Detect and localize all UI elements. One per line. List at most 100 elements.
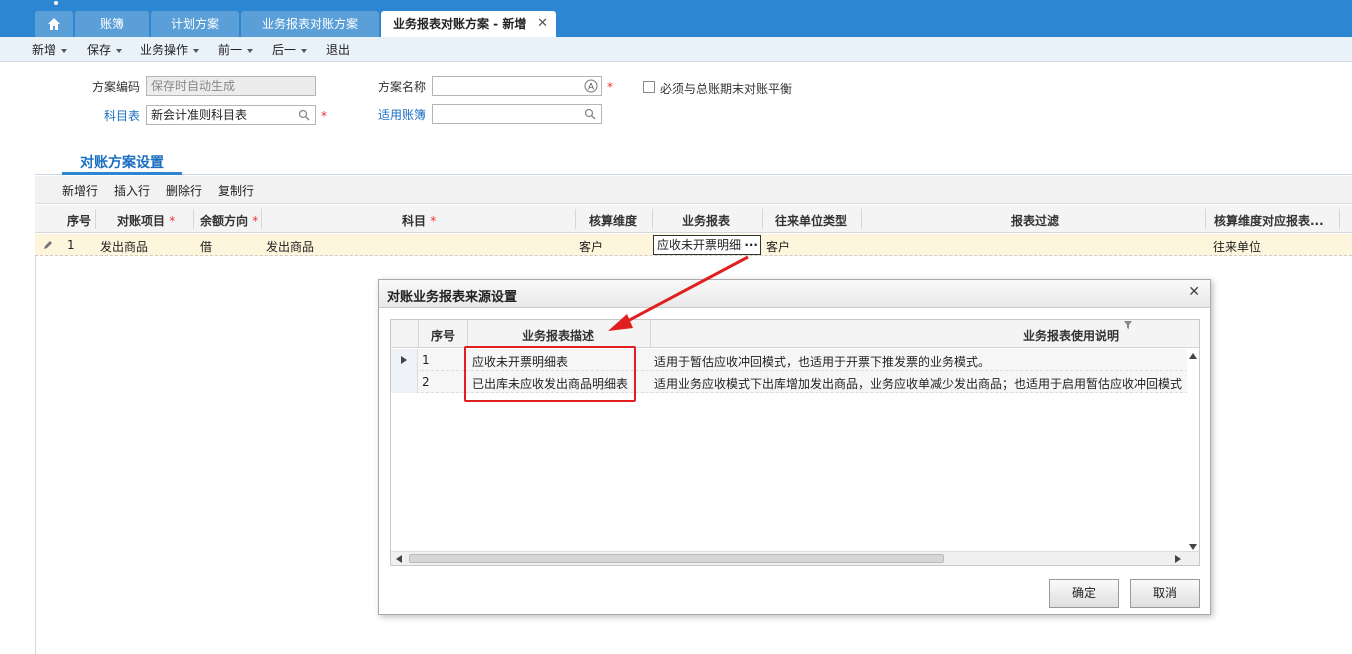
col-separator	[193, 209, 194, 229]
exit-button[interactable]: 退出	[326, 41, 350, 58]
col-item-label: 对账项目	[117, 214, 166, 228]
new-button[interactable]: 新增	[32, 41, 68, 58]
tab-report-recon-new[interactable]: 业务报表对账方案 - 新增 ✕	[381, 11, 556, 37]
col-partner-type[interactable]: 往来单位类型	[775, 212, 847, 229]
close-icon[interactable]: ✕	[537, 11, 548, 37]
tab-bar: 账簿 计划方案 业务报表对账方案 业务报表对账方案 - 新增 ✕	[0, 0, 1352, 37]
save-button[interactable]: 保存	[87, 41, 123, 58]
row-subject[interactable]: 发出商品	[266, 238, 314, 255]
scroll-left-icon[interactable]	[396, 555, 402, 563]
col-dim-map[interactable]: 核算维度对应报表...	[1214, 212, 1324, 229]
next-button[interactable]: 后一	[272, 41, 308, 58]
col-separator	[261, 209, 262, 229]
svg-text:A: A	[588, 82, 594, 92]
account-table-value: 新会计准则科目表	[151, 108, 248, 122]
col-item[interactable]: 对账项目 *	[117, 212, 175, 229]
col-separator	[418, 320, 419, 348]
applicable-books-field[interactable]	[432, 104, 602, 124]
prev-button[interactable]: 前一	[218, 41, 254, 58]
col-separator	[1205, 209, 1206, 229]
biz-ops-label: 业务操作	[140, 43, 189, 57]
account-table-link[interactable]: 科目表	[82, 107, 140, 124]
table-row[interactable]: 1 发出商品 借 发出商品 客户 应收未开票明细表 ··· 客户 往来单位	[35, 234, 1352, 256]
col-report[interactable]: 业务报表	[682, 212, 730, 229]
search-icon[interactable]	[584, 108, 596, 120]
cancel-button[interactable]: 取消	[1130, 579, 1200, 608]
required-mark: *	[430, 214, 437, 228]
dialog-grid-header: 序号 业务报表描述 业务报表使用说明	[391, 320, 1199, 348]
ellipsis-button[interactable]: ···	[742, 236, 758, 254]
chevron-down-icon	[247, 48, 254, 53]
tab-report-recon[interactable]: 业务报表对账方案	[241, 11, 379, 37]
scroll-up-icon[interactable]	[1189, 353, 1197, 359]
report-source-dialog: 对账业务报表来源设置 ✕ 序号 业务报表描述 业务报表使用说明 1 应收未开票明…	[378, 279, 1211, 615]
section-title[interactable]: 对账方案设置	[80, 152, 164, 172]
search-icon[interactable]	[298, 109, 310, 121]
chevron-down-icon	[193, 48, 200, 53]
biz-ops-button[interactable]: 业务操作	[140, 41, 200, 58]
horizontal-scrollbar[interactable]	[391, 551, 1199, 565]
col-direction-label: 余额方向	[200, 214, 249, 228]
tab-books[interactable]: 账簿	[75, 11, 149, 37]
row-partner-type[interactable]: 客户	[766, 238, 790, 255]
close-icon[interactable]: ✕	[1188, 284, 1200, 300]
report-cell-editor[interactable]: 应收未开票明细表 ···	[653, 235, 761, 255]
applicable-books-link[interactable]: 适用账簿	[368, 106, 426, 123]
dlg-col-usage[interactable]: 业务报表使用说明	[1023, 327, 1119, 344]
ok-button[interactable]: 确定	[1049, 579, 1119, 608]
edit-pencil-icon	[44, 241, 52, 249]
scheme-name-label: 方案名称	[377, 80, 426, 94]
required-mark: *	[252, 214, 259, 228]
delete-row-button[interactable]: 删除行	[166, 182, 202, 199]
dlg-row-usage[interactable]: 适用业务应收模式下出库增加发出商品，业务应收单减少发出商品；也适用于启用暂估应收…	[654, 375, 1184, 392]
col-dimension[interactable]: 核算维度	[589, 212, 637, 229]
col-separator	[575, 209, 576, 229]
required-mark: *	[321, 109, 327, 123]
col-seq[interactable]: 序号	[67, 212, 91, 229]
row-seq: 1	[67, 238, 75, 252]
grid-left-border	[35, 256, 36, 654]
dlg-col-seq[interactable]: 序号	[431, 327, 455, 344]
row-header	[391, 349, 418, 371]
dlg-row-usage[interactable]: 适用于暂估应收冲回模式，也适用于开票下推发票的业务模式。	[654, 353, 1184, 370]
indicator-dot	[54, 1, 58, 5]
dlg-col-desc[interactable]: 业务报表描述	[522, 327, 594, 344]
row-direction[interactable]: 借	[200, 238, 212, 255]
account-table-field[interactable]: 新会计准则科目表	[146, 105, 316, 125]
dlg-row-seq: 1	[422, 353, 430, 367]
insert-row-button[interactable]: 插入行	[114, 182, 150, 199]
chevron-down-icon	[116, 48, 123, 53]
scroll-right-icon[interactable]	[1175, 555, 1181, 563]
chevron-down-icon	[61, 48, 68, 53]
add-row-button[interactable]: 新增行	[62, 182, 98, 199]
prev-label: 前一	[218, 43, 243, 57]
grid-toolbar: 新增行 插入行 删除行 复制行	[35, 176, 1352, 204]
tab-home[interactable]	[35, 11, 73, 37]
copy-row-button[interactable]: 复制行	[218, 182, 254, 199]
filter-icon[interactable]	[1124, 321, 1132, 329]
tab-plan[interactable]: 计划方案	[151, 11, 239, 37]
row-dim-map[interactable]: 往来单位	[1213, 238, 1261, 255]
scroll-thumb[interactable]	[409, 554, 944, 563]
col-direction[interactable]: 余额方向 *	[200, 212, 258, 229]
multilang-icon[interactable]: A	[584, 79, 598, 93]
scheme-code-field: 保存时自动生成	[146, 76, 316, 96]
row-item[interactable]: 发出商品	[100, 238, 148, 255]
col-subject[interactable]: 科目 *	[402, 212, 436, 229]
must-balance-checkbox[interactable]	[643, 81, 655, 93]
current-row-arrow-icon	[401, 356, 407, 364]
col-separator	[467, 320, 468, 348]
row-dimension[interactable]: 客户	[579, 238, 603, 255]
col-separator	[652, 209, 653, 229]
home-icon	[48, 18, 60, 30]
dialog-titlebar[interactable]: 对账业务报表来源设置 ✕	[379, 280, 1210, 308]
required-mark: *	[607, 80, 613, 94]
col-filter[interactable]: 报表过滤	[1011, 212, 1059, 229]
scheme-name-field[interactable]: A	[432, 76, 602, 96]
vertical-scrollbar[interactable]	[1187, 348, 1199, 552]
col-separator	[861, 209, 862, 229]
col-separator	[1339, 209, 1340, 229]
col-separator	[650, 320, 651, 348]
scroll-down-icon[interactable]	[1189, 544, 1197, 550]
save-label: 保存	[87, 43, 112, 57]
